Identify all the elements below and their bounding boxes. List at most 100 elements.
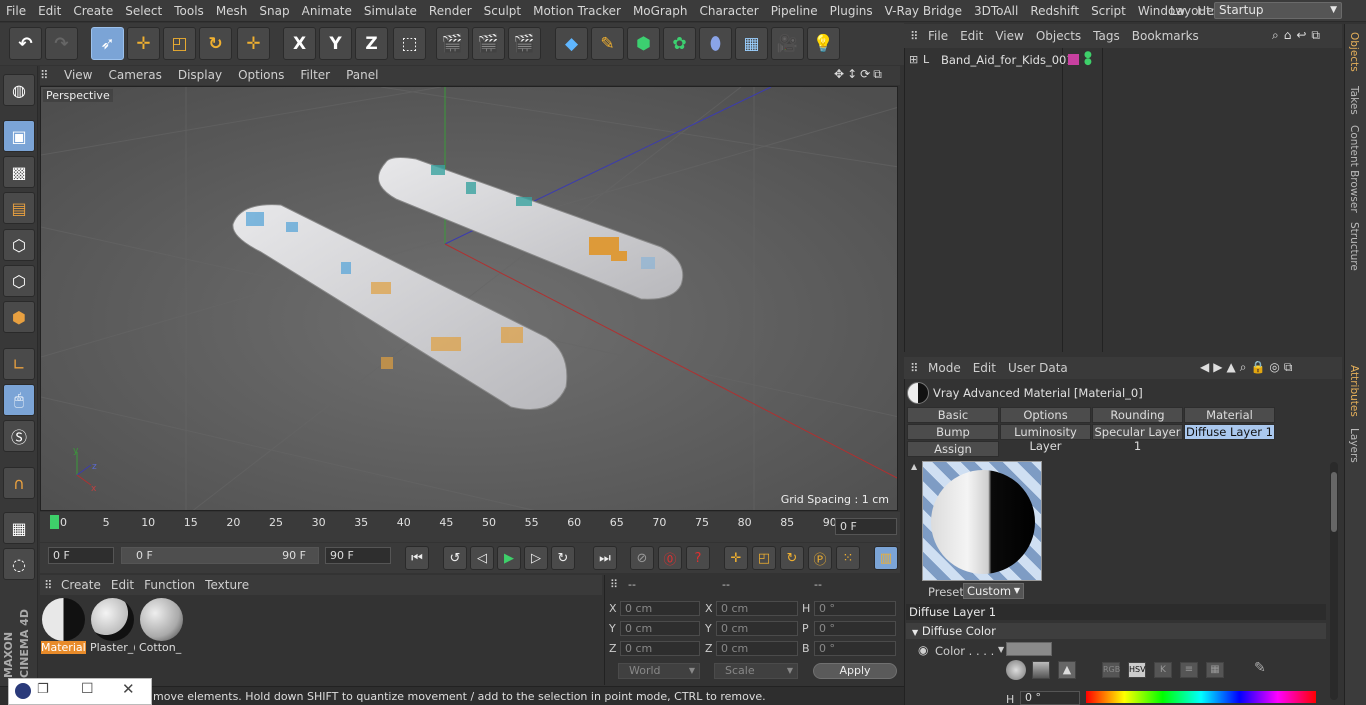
maximize-icon[interactable]: ☐ [81,681,94,697]
live-selection-button[interactable]: ➶ [91,27,124,60]
model-mode-button[interactable]: ▣ [3,120,35,152]
floor-button[interactable]: ▦ [735,27,768,60]
color-mixer-icon[interactable]: ≡ [1180,662,1198,678]
scale-mode-dropdown[interactable]: Scale ▼ [714,663,798,679]
redo-button[interactable]: ↷ [45,27,78,60]
menu-sculpt[interactable]: Sculpt [478,0,527,22]
menu-select[interactable]: Select [119,0,168,22]
collapse-arrow-icon[interactable]: ▲ [911,462,917,471]
menu-snap[interactable]: Snap [253,0,295,22]
axis-mode-button[interactable]: ∟ [3,348,35,380]
hue-field[interactable]: 0 ° [1020,691,1080,705]
solo-button[interactable]: Ⓢ [3,420,35,452]
light-button[interactable]: 💡 [807,27,840,60]
layout-dropdown[interactable]: Startup ▼ [1214,2,1342,19]
deformer-button[interactable]: ⬮ [699,27,732,60]
end-frame-field[interactable]: 90 F [325,547,391,564]
tab-rounding[interactable]: Rounding [1092,407,1183,423]
coord-size-field[interactable]: 0 cm [716,641,798,656]
material-swatch[interactable]: Plaster_( [90,598,135,656]
menu-3dtoall[interactable]: 3DToAll [968,0,1024,22]
object-menu-edit[interactable]: Edit [954,24,989,48]
next-frame-button[interactable]: ▷ [524,546,548,570]
prev-key-button[interactable]: ↺ [443,546,467,570]
menu-render[interactable]: Render [423,0,478,22]
menu-mesh[interactable]: Mesh [210,0,254,22]
coordinate-system-button[interactable]: ⬚ [393,27,426,60]
lock-icon[interactable]: 🔒 [1250,360,1269,374]
perspective-viewport[interactable]: y z x Perspective Grid Spacing : 1 cm [40,86,898,511]
polygons-mode-button[interactable]: ⬢ [3,301,35,333]
menu-pipeline[interactable]: Pipeline [765,0,824,22]
search-icon[interactable]: ⌕ [1272,28,1284,42]
coord-size-field[interactable]: 0 cm [716,621,798,636]
recent-tools-button[interactable]: ✛ [237,27,270,60]
new-window-icon[interactable]: ⧉ [1311,28,1325,42]
image-picker-icon[interactable]: ▲ [1058,661,1076,679]
viewport-nav-icons[interactable]: ✥↕⟳⧉ [834,67,885,82]
workplane-button[interactable]: ▤ [3,192,35,224]
coord-size-field[interactable]: 0 cm [716,601,798,616]
animate-param-icon[interactable]: ◉ [918,643,928,657]
locked-workplane-button[interactable]: ◌ [3,548,35,580]
scale-button[interactable]: ◰ [163,27,196,60]
viewport-menu-display[interactable]: Display [170,66,230,85]
key-scale-button[interactable]: ◰ [752,546,776,570]
new-window-icon[interactable]: ⧉ [1284,360,1297,374]
side-tab-objects[interactable]: Objects [1348,32,1360,72]
chevron-down-icon[interactable]: ▼ [998,645,1004,654]
viewport-menu-options[interactable]: Options [230,66,292,85]
menu-create[interactable]: Create [67,0,119,22]
undo-button[interactable]: ↶ [9,27,42,60]
record-keys-button[interactable]: ⊘ [630,546,654,570]
color-mode-hsv[interactable]: HSV [1128,662,1146,678]
x-axis-button[interactable]: X [283,27,316,60]
object-menu-objects[interactable]: Objects [1030,24,1087,48]
menu-character[interactable]: Character [693,0,764,22]
up-arrow-icon[interactable]: ▲ [1226,360,1239,374]
menu-simulate[interactable]: Simulate [358,0,423,22]
side-tab-layers[interactable]: Layers [1348,428,1360,463]
close-icon[interactable]: ✕ [122,680,135,698]
coord-rotation-field[interactable]: 0 ° [814,641,896,656]
expand-icon[interactable]: ⊞ [909,53,918,66]
menu-vray-bridge[interactable]: V-Ray Bridge [879,0,968,22]
material-swatch[interactable]: Material [41,598,86,656]
tab-assign[interactable]: Assign [907,441,999,457]
key-pla-button[interactable]: ⁙ [836,546,860,570]
object-name[interactable]: Band_Aid_for_Kids_001 [941,53,1074,67]
edges-mode-button[interactable]: ⬡ [3,265,35,297]
material-swatch[interactable]: Cotton_ [139,598,184,656]
layer-color-swatch[interactable] [1068,54,1079,65]
coord-position-field[interactable]: 0 cm [620,601,700,616]
menu-plugins[interactable]: Plugins [824,0,879,22]
coordinate-space-dropdown[interactable]: World ▼ [618,663,700,679]
coord-rotation-field[interactable]: 0 ° [814,621,896,636]
cube-object-button[interactable]: ◆ [555,27,588,60]
goto-end-button[interactable]: ⏭ [593,546,617,570]
object-row[interactable]: ⊞ L Band_Aid_for_Kids_001 ● ● [906,51,1342,69]
frame-range-slider[interactable]: 0 F 90 F [121,547,319,564]
apply-button[interactable]: Apply [813,663,897,679]
orbit-icon[interactable]: ⟳ [860,67,873,81]
forward-arrow-icon[interactable]: ▶ [1213,360,1226,374]
viewport-camera-label[interactable]: Perspective [43,89,113,102]
workplane-lock-button[interactable]: ▦ [3,512,35,544]
points-mode-button[interactable]: ⬡ [3,229,35,261]
material-menu-texture[interactable]: Texture [200,575,254,595]
rotate-button[interactable]: ↻ [199,27,232,60]
coord-rotation-field[interactable]: 0 ° [814,601,896,616]
menu-animate[interactable]: Animate [296,0,358,22]
tweak-mode-button[interactable]: 🖱 [3,384,35,416]
attr-menu-edit[interactable]: Edit [967,357,1002,379]
menu-redshift[interactable]: Redshift [1024,0,1085,22]
current-frame-field[interactable]: 0 F [835,518,897,535]
viewport-menu-view[interactable]: View [56,66,100,85]
viewport-menu-panel[interactable]: Panel [338,66,386,85]
tab-luminosity-layer[interactable]: Luminosity Layer [1000,424,1091,453]
snap-button[interactable]: ∩ [3,467,35,499]
playhead-marker[interactable] [50,515,59,529]
key-position-button[interactable]: ✛ [724,546,748,570]
preset-dropdown[interactable]: Custom ▼ [963,583,1024,599]
color-mode-rgb[interactable]: RGB [1102,662,1120,678]
